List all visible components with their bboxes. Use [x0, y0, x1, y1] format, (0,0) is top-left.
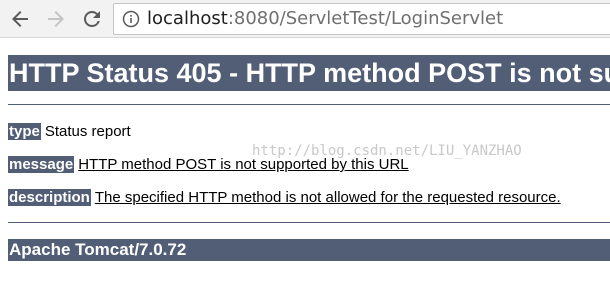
page-title: HTTP Status 405 - HTTP method POST is no… [8, 55, 610, 91]
url-path: :8080/ServletTest/LoginServlet [227, 8, 504, 29]
url-text[interactable]: localhost:8080/ServletTest/LoginServlet [147, 9, 503, 29]
type-label: type [8, 123, 41, 140]
browser-toolbar: localhost:8080/ServletTest/LoginServlet [0, 0, 610, 38]
reload-icon[interactable] [80, 7, 104, 31]
message-label: message [8, 156, 75, 173]
description-row: description The specified HTTP method is … [8, 189, 561, 207]
info-icon[interactable] [122, 10, 140, 28]
message-value: HTTP method POST is not supported by thi… [78, 156, 409, 173]
description-value: The specified HTTP method is not allowed… [94, 189, 561, 206]
back-arrow-icon[interactable] [8, 7, 32, 31]
message-row: message HTTP method POST is not supported… [8, 156, 409, 174]
address-bar[interactable]: localhost:8080/ServletTest/LoginServlet [113, 3, 610, 35]
divider [8, 222, 610, 223]
type-value: Status report [44, 123, 131, 140]
divider [8, 104, 610, 105]
url-host: localhost [147, 8, 228, 29]
server-footer: Apache Tomcat/7.0.72 [8, 239, 610, 261]
description-label: description [8, 189, 91, 206]
forward-arrow-icon[interactable] [44, 7, 68, 31]
type-row: type Status report [8, 123, 131, 141]
error-page: HTTP Status 405 - HTTP method POST is no… [0, 38, 610, 284]
